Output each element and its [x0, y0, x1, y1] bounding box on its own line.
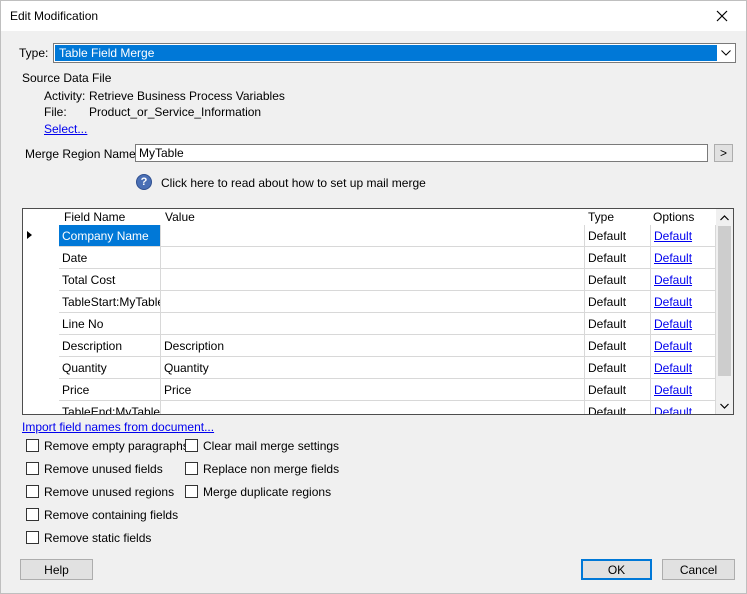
- ok-button[interactable]: OK: [581, 559, 652, 580]
- current-row-indicator-icon: [27, 231, 32, 239]
- field-name-cell[interactable]: TableEnd:MyTable: [59, 401, 161, 414]
- field-name-cell[interactable]: Line No: [59, 313, 161, 335]
- type-dropdown[interactable]: Table Field Merge: [53, 43, 736, 63]
- type-cell[interactable]: Default: [585, 291, 651, 313]
- type-cell[interactable]: Default: [585, 269, 651, 291]
- remove-empty-paragraphs-checkbox[interactable]: [26, 439, 39, 452]
- value-cell[interactable]: [161, 313, 585, 335]
- type-cell[interactable]: Default: [585, 379, 651, 401]
- table-row[interactable]: Price Price Default Default: [59, 379, 716, 401]
- merge-duplicate-regions-label[interactable]: Merge duplicate regions: [203, 485, 331, 499]
- scroll-up-button[interactable]: [716, 209, 733, 226]
- edit-modification-dialog: Edit Modification Type: Table Field Merg…: [0, 0, 747, 594]
- table-row[interactable]: Company Name Default Default: [59, 225, 716, 247]
- value-cell[interactable]: [161, 269, 585, 291]
- field-name-cell[interactable]: Total Cost: [59, 269, 161, 291]
- remove-static-fields-label[interactable]: Remove static fields: [44, 531, 151, 545]
- remove-unused-regions-checkbox[interactable]: [26, 485, 39, 498]
- value-cell[interactable]: [161, 247, 585, 269]
- window-title: Edit Modification: [10, 9, 99, 23]
- value-cell[interactable]: [161, 291, 585, 313]
- type-label: Type:: [19, 46, 49, 60]
- options-link[interactable]: Default: [651, 379, 716, 401]
- table-row[interactable]: Quantity Quantity Default Default: [59, 357, 716, 379]
- value-cell[interactable]: [161, 225, 585, 247]
- type-cell[interactable]: Default: [585, 225, 651, 247]
- merge-duplicate-regions-checkbox[interactable]: [185, 485, 198, 498]
- help-button[interactable]: Help: [20, 559, 93, 580]
- remove-containing-fields-label[interactable]: Remove containing fields: [44, 508, 178, 522]
- type-cell[interactable]: Default: [585, 247, 651, 269]
- column-header-value[interactable]: Value: [165, 209, 195, 225]
- column-header-type[interactable]: Type: [588, 209, 614, 225]
- table-row[interactable]: Date Default Default: [59, 247, 716, 269]
- remove-containing-fields-checkbox[interactable]: [26, 508, 39, 521]
- scrollbar-thumb[interactable]: [718, 226, 731, 376]
- file-value: Product_or_Service_Information: [89, 105, 262, 119]
- table-row[interactable]: Line No Default Default: [59, 313, 716, 335]
- clear-mail-merge-settings-label[interactable]: Clear mail merge settings: [203, 439, 339, 453]
- field-name-cell[interactable]: Company Name: [59, 225, 161, 247]
- file-label: File:: [44, 105, 67, 119]
- replace-non-merge-fields-label[interactable]: Replace non merge fields: [203, 462, 339, 476]
- table-row[interactable]: Total Cost Default Default: [59, 269, 716, 291]
- options-link[interactable]: Default: [651, 225, 716, 247]
- mail-merge-help-link[interactable]: Click here to read about how to set up m…: [161, 176, 426, 190]
- field-name-cell[interactable]: Date: [59, 247, 161, 269]
- options-link[interactable]: Default: [651, 357, 716, 379]
- table-row[interactable]: Description Description Default Default: [59, 335, 716, 357]
- merge-region-browse-button[interactable]: >: [714, 144, 733, 162]
- activity-value: Retrieve Business Process Variables: [89, 89, 285, 103]
- field-grid[interactable]: Field Name Value Type Options Company Na…: [22, 208, 734, 415]
- import-field-names-link[interactable]: Import field names from document...: [22, 420, 214, 434]
- value-cell[interactable]: [161, 401, 585, 414]
- cancel-button[interactable]: Cancel: [662, 559, 735, 580]
- type-cell[interactable]: Default: [585, 313, 651, 335]
- type-selected-value: Table Field Merge: [55, 45, 717, 61]
- scroll-down-button[interactable]: [716, 397, 733, 414]
- chevron-down-icon: [719, 46, 733, 60]
- merge-region-input[interactable]: MyTable: [135, 144, 708, 162]
- type-cell[interactable]: Default: [585, 357, 651, 379]
- clear-mail-merge-settings-checkbox[interactable]: [185, 439, 198, 452]
- options-link[interactable]: Default: [651, 401, 716, 414]
- remove-unused-regions-label[interactable]: Remove unused regions: [44, 485, 174, 499]
- grid-vertical-scrollbar[interactable]: [716, 209, 733, 414]
- remove-unused-fields-checkbox[interactable]: [26, 462, 39, 475]
- field-name-cell[interactable]: Price: [59, 379, 161, 401]
- select-link[interactable]: Select...: [44, 122, 87, 136]
- column-header-field-name[interactable]: Field Name: [64, 209, 125, 225]
- options-link[interactable]: Default: [651, 313, 716, 335]
- row-header-column: [23, 209, 59, 414]
- table-row[interactable]: TableEnd:MyTable Default Default: [59, 401, 716, 414]
- chevron-down-icon: [720, 403, 729, 409]
- options-link[interactable]: Default: [651, 335, 716, 357]
- source-data-heading: Source Data File: [22, 71, 112, 85]
- type-cell[interactable]: Default: [585, 335, 651, 357]
- options-link[interactable]: Default: [651, 291, 716, 313]
- options-link[interactable]: Default: [651, 269, 716, 291]
- value-cell[interactable]: Description: [161, 335, 585, 357]
- help-question-icon[interactable]: ?: [136, 174, 152, 190]
- close-button[interactable]: [702, 1, 742, 31]
- value-cell[interactable]: Quantity: [161, 357, 585, 379]
- close-icon: [716, 10, 728, 22]
- type-cell[interactable]: Default: [585, 401, 651, 414]
- activity-label: Activity:: [44, 89, 86, 103]
- remove-empty-paragraphs-label[interactable]: Remove empty paragraphs: [44, 439, 189, 453]
- merge-region-label: Merge Region Name:: [25, 147, 140, 161]
- title-bar: Edit Modification: [1, 1, 746, 31]
- replace-non-merge-fields-checkbox[interactable]: [185, 462, 198, 475]
- value-cell[interactable]: Price: [161, 379, 585, 401]
- table-row[interactable]: TableStart:MyTable Default Default: [59, 291, 716, 313]
- remove-unused-fields-label[interactable]: Remove unused fields: [44, 462, 163, 476]
- options-link[interactable]: Default: [651, 247, 716, 269]
- field-name-cell[interactable]: Quantity: [59, 357, 161, 379]
- field-name-cell[interactable]: TableStart:MyTable: [59, 291, 161, 313]
- column-header-options[interactable]: Options: [653, 209, 694, 225]
- field-name-cell[interactable]: Description: [59, 335, 161, 357]
- chevron-up-icon: [720, 214, 729, 220]
- remove-static-fields-checkbox[interactable]: [26, 531, 39, 544]
